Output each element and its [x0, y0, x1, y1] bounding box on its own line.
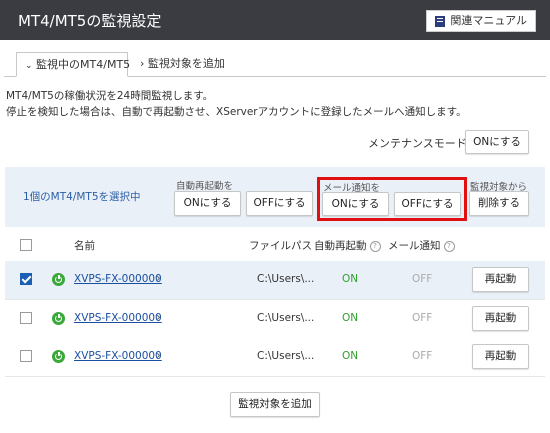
auto-restart-status: ON: [342, 312, 359, 324]
description-line-1: MT4/MT5の稼働状況を24時間監視します。: [6, 90, 214, 102]
restart-button[interactable]: 再起動: [472, 306, 529, 331]
header-filepath: ファイルパス: [249, 240, 312, 252]
header-auto-restart: 自動再起動?: [314, 238, 381, 253]
row-checkbox[interactable]: [20, 312, 32, 324]
table-row: XVPS-FX-000000 › C:\Users\... ON OFF 再起動: [5, 338, 545, 377]
table-header: 名前 ファイルパス 自動再起動? メール通知?: [5, 229, 545, 262]
header-name: 名前: [74, 240, 95, 252]
row-checkbox[interactable]: [20, 350, 32, 362]
help-icon[interactable]: ?: [369, 240, 381, 252]
table-row: XVPS-FX-000000 › C:\Users\... ON OFF 再起動: [5, 261, 545, 300]
server-name-link[interactable]: XVPS-FX-000000: [74, 273, 162, 285]
maintenance-on-button[interactable]: ONにする: [465, 130, 529, 154]
maintenance-mode-text: メンテナンスモード: [368, 137, 467, 150]
power-icon: [52, 273, 65, 286]
remove-button[interactable]: 削除する: [469, 191, 529, 216]
chevron-right-icon[interactable]: ›: [156, 271, 161, 285]
power-icon: [52, 312, 65, 325]
chevron-right-icon: ›: [140, 57, 145, 70]
page-header: MT4/MT5の監視設定 関連マニュアル: [0, 0, 550, 40]
mail-status: OFF: [412, 312, 433, 324]
page-title: MT4/MT5の監視設定: [18, 12, 162, 30]
book-icon: [435, 15, 446, 27]
tab-add-target[interactable]: › 監視対象を追加: [132, 52, 233, 77]
help-icon[interactable]: ?: [443, 240, 455, 252]
mail-on-button[interactable]: ONにする: [322, 192, 389, 216]
row-checkbox[interactable]: [20, 273, 32, 285]
header-mail-text: メール通知: [388, 240, 441, 252]
add-target-button[interactable]: 監視対象を追加: [230, 392, 320, 417]
file-path: C:\Users\...: [257, 350, 315, 362]
server-name-link[interactable]: XVPS-FX-000000: [74, 350, 162, 362]
mail-off-button[interactable]: OFFにする: [394, 192, 461, 216]
manual-button[interactable]: 関連マニュアル: [426, 10, 536, 32]
tab-add-target-label: 監視対象を追加: [147, 57, 225, 70]
header-auto-restart-text: 自動再起動: [314, 240, 367, 252]
restart-button[interactable]: 再起動: [472, 267, 529, 292]
file-path: C:\Users\...: [257, 312, 315, 324]
auto-restart-off-button[interactable]: OFFにする: [246, 191, 313, 216]
select-all-checkbox[interactable]: [20, 239, 32, 251]
mail-status: OFF: [412, 273, 433, 285]
auto-restart-on-button[interactable]: ONにする: [174, 191, 241, 216]
manual-button-label: 関連マニュアル: [450, 14, 527, 27]
selected-count: 1個のMT4/MT5を選択中: [23, 191, 141, 203]
auto-restart-group-label: 自動再起動を: [176, 181, 234, 192]
server-name-link[interactable]: XVPS-FX-000000: [74, 312, 162, 324]
tab-monitoring[interactable]: ⌄ 監視中のMT4/MT5: [16, 52, 131, 77]
auto-restart-status: ON: [342, 350, 359, 362]
restart-button[interactable]: 再起動: [472, 344, 529, 369]
tab-monitoring-label: 監視中のMT4/MT5: [36, 58, 131, 71]
chevron-down-icon: ⌄: [25, 61, 33, 71]
chevron-right-icon[interactable]: ›: [156, 310, 161, 324]
table-row: XVPS-FX-000000 › C:\Users\... ON OFF 再起動: [5, 300, 545, 339]
maintenance-mode-label: メンテナンスモード?: [368, 135, 481, 151]
auto-restart-status: ON: [342, 273, 359, 285]
mail-status: OFF: [412, 350, 433, 362]
file-path: C:\Users\...: [257, 273, 315, 285]
header-mail: メール通知?: [388, 238, 455, 253]
chevron-right-icon[interactable]: ›: [156, 348, 161, 362]
power-icon: [52, 350, 65, 363]
description-line-2: 停止を検知した場合は、自動で再起動させ、XServerアカウントに登録したメール…: [6, 106, 467, 118]
